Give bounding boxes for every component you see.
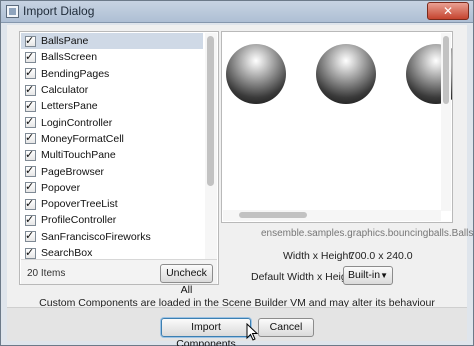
- list-item[interactable]: ✓ PageBrowser: [21, 163, 203, 179]
- mouse-cursor-icon: [246, 323, 259, 341]
- list-item[interactable]: ✓ SanFranciscoFireworks: [21, 229, 203, 245]
- preview-vertical-scrollbar[interactable]: [441, 33, 451, 211]
- import-dialog-window: Import Dialog ✕ ✓ BallsPane ✓ BallsScreen ✓ B…: [0, 0, 474, 346]
- list-item[interactable]: ✓ MultiTouchPane: [21, 147, 203, 163]
- dialog-content: ✓ BallsPane ✓ BallsScreen ✓ BendingPages ✓ Calc…: [7, 25, 474, 315]
- list-item-label: LettersPane: [41, 100, 98, 113]
- list-scrollbar-thumb[interactable]: [207, 36, 214, 186]
- item-checkbox[interactable]: ✓: [25, 132, 36, 145]
- list-item-label: Popover: [41, 181, 81, 194]
- close-button[interactable]: ✕: [427, 2, 469, 20]
- list-item-label: BallsPane: [41, 35, 89, 48]
- button-bar: Import Components Cancel: [7, 307, 467, 346]
- list-item[interactable]: ✓ LoginController: [21, 114, 203, 130]
- list-item[interactable]: ✓ MoneyFormatCell: [21, 131, 203, 147]
- ball-2: [316, 44, 376, 104]
- checkmark-icon: ✓: [25, 197, 35, 210]
- list-item-label: MultiTouchPane: [41, 149, 116, 162]
- list-item[interactable]: ✓ ProfileController: [21, 212, 203, 228]
- item-checkbox[interactable]: ✓: [25, 197, 36, 210]
- checkmark-icon: ✓: [25, 116, 35, 129]
- list-item-label: MoneyFormatCell: [41, 132, 124, 145]
- checkmark-icon: ✓: [25, 213, 35, 226]
- checkmark-icon: ✓: [25, 99, 35, 112]
- component-class-name: ensemble.samples.graphics.bouncingballs.…: [261, 228, 474, 239]
- component-preview: [221, 31, 453, 223]
- item-checkbox[interactable]: ✓: [25, 67, 36, 80]
- ball-1: [226, 44, 286, 104]
- window-title: Import Dialog: [23, 4, 95, 18]
- checkmark-icon: ✓: [25, 83, 35, 96]
- title-bar: Import Dialog ✕: [1, 1, 473, 23]
- list-item[interactable]: ✓ BendingPages: [21, 66, 203, 82]
- import-components-button[interactable]: Import Components: [161, 318, 251, 346]
- list-item[interactable]: ✓ BallsPane: [21, 33, 203, 50]
- dimensions-value: 700.0 x 240.0: [349, 250, 413, 262]
- list-scrollbar[interactable]: [205, 33, 217, 259]
- item-count: 20 Items: [27, 268, 66, 279]
- checkmark-icon: ✓: [25, 148, 35, 161]
- chevron-down-icon: ▼: [380, 271, 388, 280]
- checkmark-icon: ✓: [25, 34, 35, 47]
- list-item-label: ProfileController: [41, 214, 117, 227]
- checkmark-icon: ✓: [25, 132, 35, 145]
- item-checkbox[interactable]: ✓: [25, 34, 36, 47]
- item-checkbox[interactable]: ✓: [25, 213, 36, 226]
- preview-vertical-scrollbar-thumb[interactable]: [443, 36, 449, 104]
- cancel-button[interactable]: Cancel: [258, 318, 314, 337]
- checkmark-icon: ✓: [25, 181, 35, 194]
- default-size-select-value: Built-in: [348, 269, 381, 281]
- component-list: ✓ BallsPane ✓ BallsScreen ✓ BendingPages ✓ Calc…: [21, 33, 203, 259]
- list-item[interactable]: ✓ BallsScreen: [21, 49, 203, 65]
- component-list-panel: ✓ BallsPane ✓ BallsScreen ✓ BendingPages ✓ Calc…: [19, 31, 219, 296]
- item-checkbox[interactable]: ✓: [25, 181, 36, 194]
- list-item-label: BendingPages: [41, 67, 110, 80]
- item-checkbox[interactable]: ✓: [25, 50, 36, 63]
- uncheck-all-button[interactable]: Uncheck All: [160, 264, 213, 296]
- list-footer: 20 Items Uncheck All: [21, 259, 217, 296]
- list-item-label: SearchBox: [41, 247, 93, 259]
- item-checkbox[interactable]: ✓: [25, 148, 36, 161]
- list-item-label: Calculator: [41, 84, 89, 97]
- checkmark-icon: ✓: [25, 230, 35, 243]
- list-item-label: BallsScreen: [41, 51, 98, 64]
- list-item[interactable]: ✓ Popover: [21, 180, 203, 196]
- list-item[interactable]: ✓ SearchBox: [21, 245, 203, 259]
- item-checkbox[interactable]: ✓: [25, 165, 36, 178]
- checkmark-icon: ✓: [25, 246, 35, 259]
- window-icon: [6, 5, 19, 18]
- list-item-label: SanFranciscoFireworks: [41, 230, 151, 243]
- list-item-label: PopoverTreeList: [41, 198, 118, 211]
- checkmark-icon: ✓: [25, 67, 35, 80]
- list-item[interactable]: ✓ LettersPane: [21, 98, 203, 114]
- preview-horizontal-scrollbar[interactable]: [223, 210, 441, 221]
- list-item[interactable]: ✓ Calculator: [21, 82, 203, 98]
- checkmark-icon: ✓: [25, 165, 35, 178]
- list-item[interactable]: ✓ PopoverTreeList: [21, 196, 203, 212]
- list-item-label: PageBrowser: [41, 165, 105, 178]
- default-size-select[interactable]: Built-in ▼: [343, 266, 393, 285]
- item-checkbox[interactable]: ✓: [25, 99, 36, 112]
- preview-horizontal-scrollbar-thumb[interactable]: [239, 212, 307, 218]
- checkmark-icon: ✓: [25, 50, 35, 63]
- item-checkbox[interactable]: ✓: [25, 116, 36, 129]
- list-item-label: LoginController: [41, 116, 113, 129]
- item-checkbox[interactable]: ✓: [25, 83, 36, 96]
- dimensions-label: Width x Height:: [283, 250, 355, 262]
- item-checkbox[interactable]: ✓: [25, 246, 36, 259]
- item-checkbox[interactable]: ✓: [25, 230, 36, 243]
